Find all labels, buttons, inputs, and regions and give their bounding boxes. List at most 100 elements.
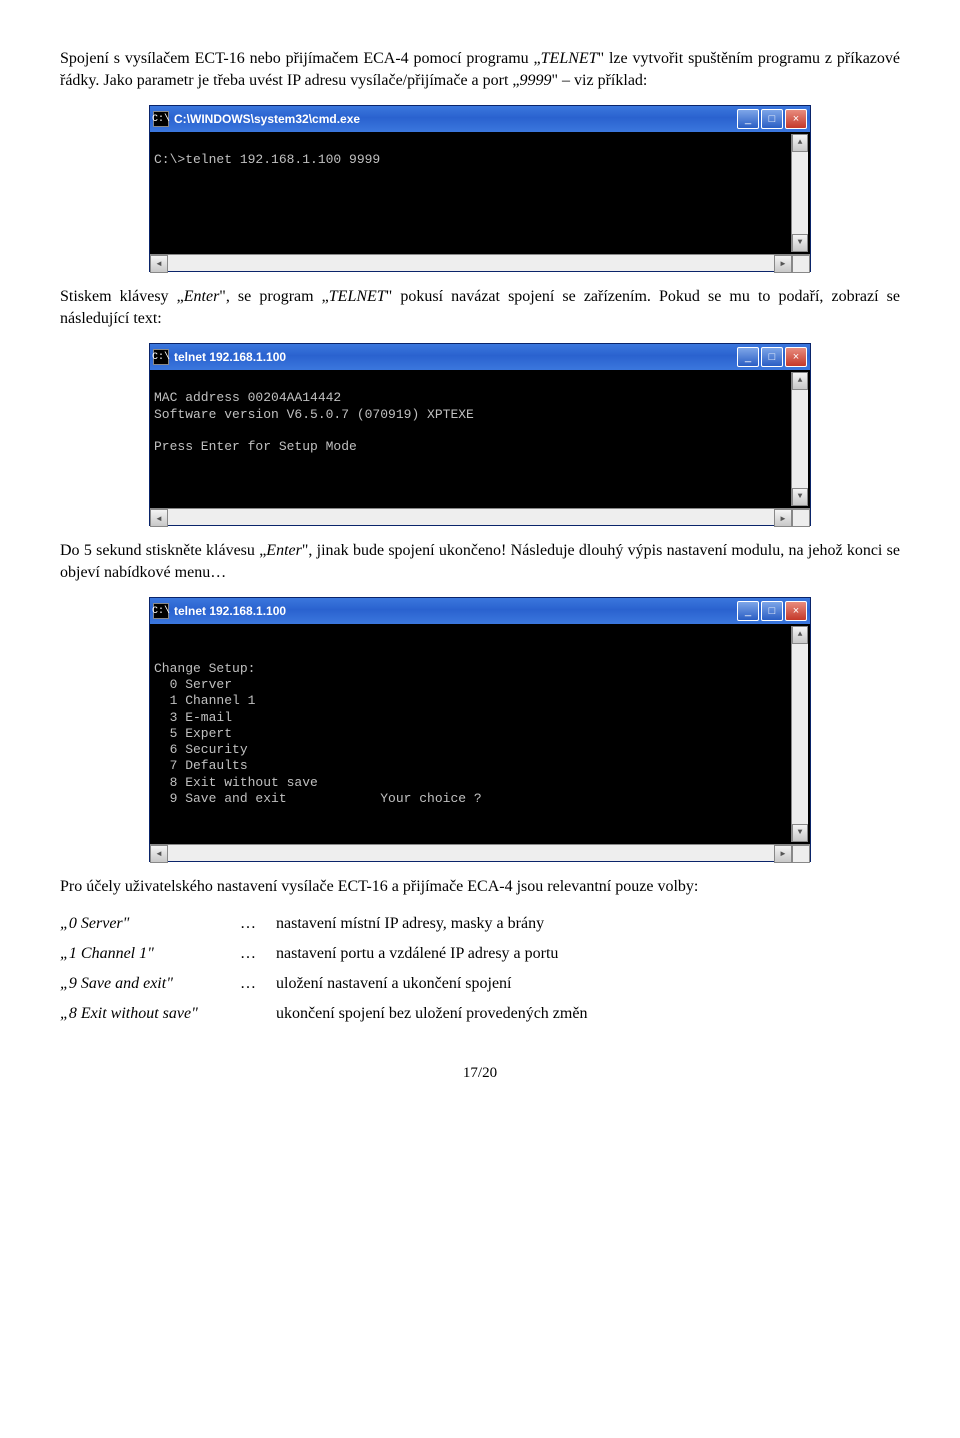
scroll-down-button[interactable]: ▼ bbox=[792, 234, 808, 252]
table-row: „8 Exit without save" ukončení spojení b… bbox=[60, 999, 587, 1029]
scrollbar-horizontal[interactable]: ◄ ► bbox=[150, 508, 810, 525]
telnet-window-setup: C:\ telnet 192.168.1.100 _ □ × MAC addre… bbox=[149, 343, 811, 526]
terminal-line: 0 Server bbox=[154, 677, 232, 692]
option-sep: … bbox=[240, 909, 276, 939]
paragraph-after-win1: Stiskem klávesy „Enter", se program „TEL… bbox=[60, 286, 900, 329]
terminal-body: C:\>telnet 192.168.1.100 9999 ▲ ▼ bbox=[150, 132, 810, 254]
cmd-icon: C:\ bbox=[153, 111, 169, 127]
scroll-right-button[interactable]: ► bbox=[774, 845, 792, 863]
table-row: „9 Save and exit" … uložení nastavení a … bbox=[60, 969, 587, 999]
text: " – viz příklad: bbox=[552, 72, 648, 89]
option-sep: … bbox=[240, 939, 276, 969]
terminal-line: 7 Defaults bbox=[154, 758, 248, 773]
option-desc: nastavení místní IP adresy, masky a brán… bbox=[276, 909, 587, 939]
scroll-track-h[interactable] bbox=[168, 845, 774, 861]
close-button[interactable]: × bbox=[785, 109, 807, 129]
text-italic: TELNET bbox=[541, 50, 598, 67]
option-key: „8 Exit without save" bbox=[60, 999, 240, 1029]
terminal-line: 6 Security bbox=[154, 742, 248, 757]
text: Do 5 sekund stiskněte klávesu „ bbox=[60, 542, 266, 559]
text: ", se program „ bbox=[219, 288, 328, 305]
table-row: „1 Channel 1" … nastavení portu a vzdále… bbox=[60, 939, 587, 969]
terminal-line: 3 E-mail bbox=[154, 710, 232, 725]
scroll-corner bbox=[792, 255, 810, 273]
scroll-corner bbox=[792, 509, 810, 527]
scroll-left-button[interactable]: ◄ bbox=[150, 845, 168, 863]
paragraph-after-win2: Do 5 sekund stiskněte klávesu „Enter", j… bbox=[60, 540, 900, 583]
telnet-window-menu: C:\ telnet 192.168.1.100 _ □ × Change Se… bbox=[149, 597, 811, 861]
window-title: telnet 192.168.1.100 bbox=[174, 604, 735, 618]
window-title: telnet 192.168.1.100 bbox=[174, 350, 735, 364]
text-italic: 9999 bbox=[520, 72, 552, 89]
paragraph-intro: Spojení s vysílačem ECT-16 nebo přijímač… bbox=[60, 48, 900, 91]
scroll-up-button[interactable]: ▲ bbox=[792, 372, 808, 390]
page-number: 17/20 bbox=[60, 1065, 900, 1082]
terminal-line: 1 Channel 1 bbox=[154, 693, 255, 708]
text: Stiskem klávesy „ bbox=[60, 288, 184, 305]
minimize-button[interactable]: _ bbox=[737, 601, 759, 621]
option-sep bbox=[240, 999, 276, 1029]
paragraph-relevant-options: Pro účely uživatelského nastavení vysíla… bbox=[60, 876, 900, 898]
scroll-track[interactable] bbox=[792, 390, 808, 488]
terminal-line: 8 Exit without save bbox=[154, 775, 318, 790]
cmd-icon: C:\ bbox=[153, 603, 169, 619]
scrollbar-vertical[interactable]: ▲ ▼ bbox=[791, 626, 808, 841]
scroll-up-button[interactable]: ▲ bbox=[792, 626, 808, 644]
scroll-down-button[interactable]: ▼ bbox=[792, 488, 808, 506]
cmd-icon: C:\ bbox=[153, 349, 169, 365]
text: Pro účely uživatelského nastavení vysíla… bbox=[60, 878, 698, 895]
text-italic: Enter bbox=[266, 542, 302, 559]
scroll-right-button[interactable]: ► bbox=[774, 509, 792, 527]
scroll-right-button[interactable]: ► bbox=[774, 255, 792, 273]
option-desc: ukončení spojení bez uložení provedených… bbox=[276, 999, 587, 1029]
text-italic: TELNET bbox=[329, 288, 386, 305]
close-button[interactable]: × bbox=[785, 601, 807, 621]
titlebar: C:\ telnet 192.168.1.100 _ □ × bbox=[150, 344, 810, 370]
scroll-track[interactable] bbox=[792, 644, 808, 823]
terminal-line: Press Enter for Setup Mode bbox=[154, 439, 357, 454]
terminal-line: 5 Expert bbox=[154, 726, 232, 741]
scrollbar-horizontal[interactable]: ◄ ► bbox=[150, 844, 810, 861]
text-italic: Enter bbox=[184, 288, 220, 305]
titlebar: C:\ C:\WINDOWS\system32\cmd.exe _ □ × bbox=[150, 106, 810, 132]
scroll-down-button[interactable]: ▼ bbox=[792, 824, 808, 842]
text: Spojení s vysílačem ECT-16 nebo přijímač… bbox=[60, 50, 541, 67]
maximize-button[interactable]: □ bbox=[761, 347, 783, 367]
maximize-button[interactable]: □ bbox=[761, 109, 783, 129]
titlebar: C:\ telnet 192.168.1.100 _ □ × bbox=[150, 598, 810, 624]
terminal-body: Change Setup: 0 Server 1 Channel 1 3 E-m… bbox=[150, 624, 810, 843]
scrollbar-vertical[interactable]: ▲ ▼ bbox=[791, 134, 808, 252]
scrollbar-horizontal[interactable]: ◄ ► bbox=[150, 254, 810, 271]
minimize-button[interactable]: _ bbox=[737, 347, 759, 367]
option-key: „9 Save and exit" bbox=[60, 969, 240, 999]
scrollbar-vertical[interactable]: ▲ ▼ bbox=[791, 372, 808, 506]
close-button[interactable]: × bbox=[785, 347, 807, 367]
options-table: „0 Server" … nastavení místní IP adresy,… bbox=[60, 909, 587, 1029]
terminal-line: 9 Save and exit Your choice ? bbox=[154, 791, 482, 806]
terminal-body: MAC address 00204AA14442 Software versio… bbox=[150, 370, 810, 508]
option-sep: … bbox=[240, 969, 276, 999]
cmd-window: C:\ C:\WINDOWS\system32\cmd.exe _ □ × C:… bbox=[149, 105, 811, 272]
scroll-up-button[interactable]: ▲ bbox=[792, 134, 808, 152]
minimize-button[interactable]: _ bbox=[737, 109, 759, 129]
terminal-line: Change Setup: bbox=[154, 661, 255, 676]
option-key: „0 Server" bbox=[60, 909, 240, 939]
table-row: „0 Server" … nastavení místní IP adresy,… bbox=[60, 909, 587, 939]
scroll-track-h[interactable] bbox=[168, 509, 774, 525]
scroll-left-button[interactable]: ◄ bbox=[150, 255, 168, 273]
option-desc: uložení nastavení a ukončení spojení bbox=[276, 969, 587, 999]
terminal-line: MAC address 00204AA14442 bbox=[154, 390, 341, 405]
window-title: C:\WINDOWS\system32\cmd.exe bbox=[174, 112, 735, 126]
terminal-content: MAC address 00204AA14442 Software versio… bbox=[152, 372, 791, 506]
scroll-track[interactable] bbox=[792, 152, 808, 234]
scroll-track-h[interactable] bbox=[168, 255, 774, 271]
option-desc: nastavení portu a vzdálené IP adresy a p… bbox=[276, 939, 587, 969]
option-key: „1 Channel 1" bbox=[60, 939, 240, 969]
scroll-left-button[interactable]: ◄ bbox=[150, 509, 168, 527]
maximize-button[interactable]: □ bbox=[761, 601, 783, 621]
terminal-content: C:\>telnet 192.168.1.100 9999 bbox=[152, 134, 791, 252]
scroll-corner bbox=[792, 845, 810, 863]
terminal-line: C:\>telnet 192.168.1.100 9999 bbox=[154, 152, 380, 167]
terminal-content: Change Setup: 0 Server 1 Channel 1 3 E-m… bbox=[152, 626, 791, 841]
terminal-line: Software version V6.5.0.7 (070919) XPTEX… bbox=[154, 407, 474, 422]
